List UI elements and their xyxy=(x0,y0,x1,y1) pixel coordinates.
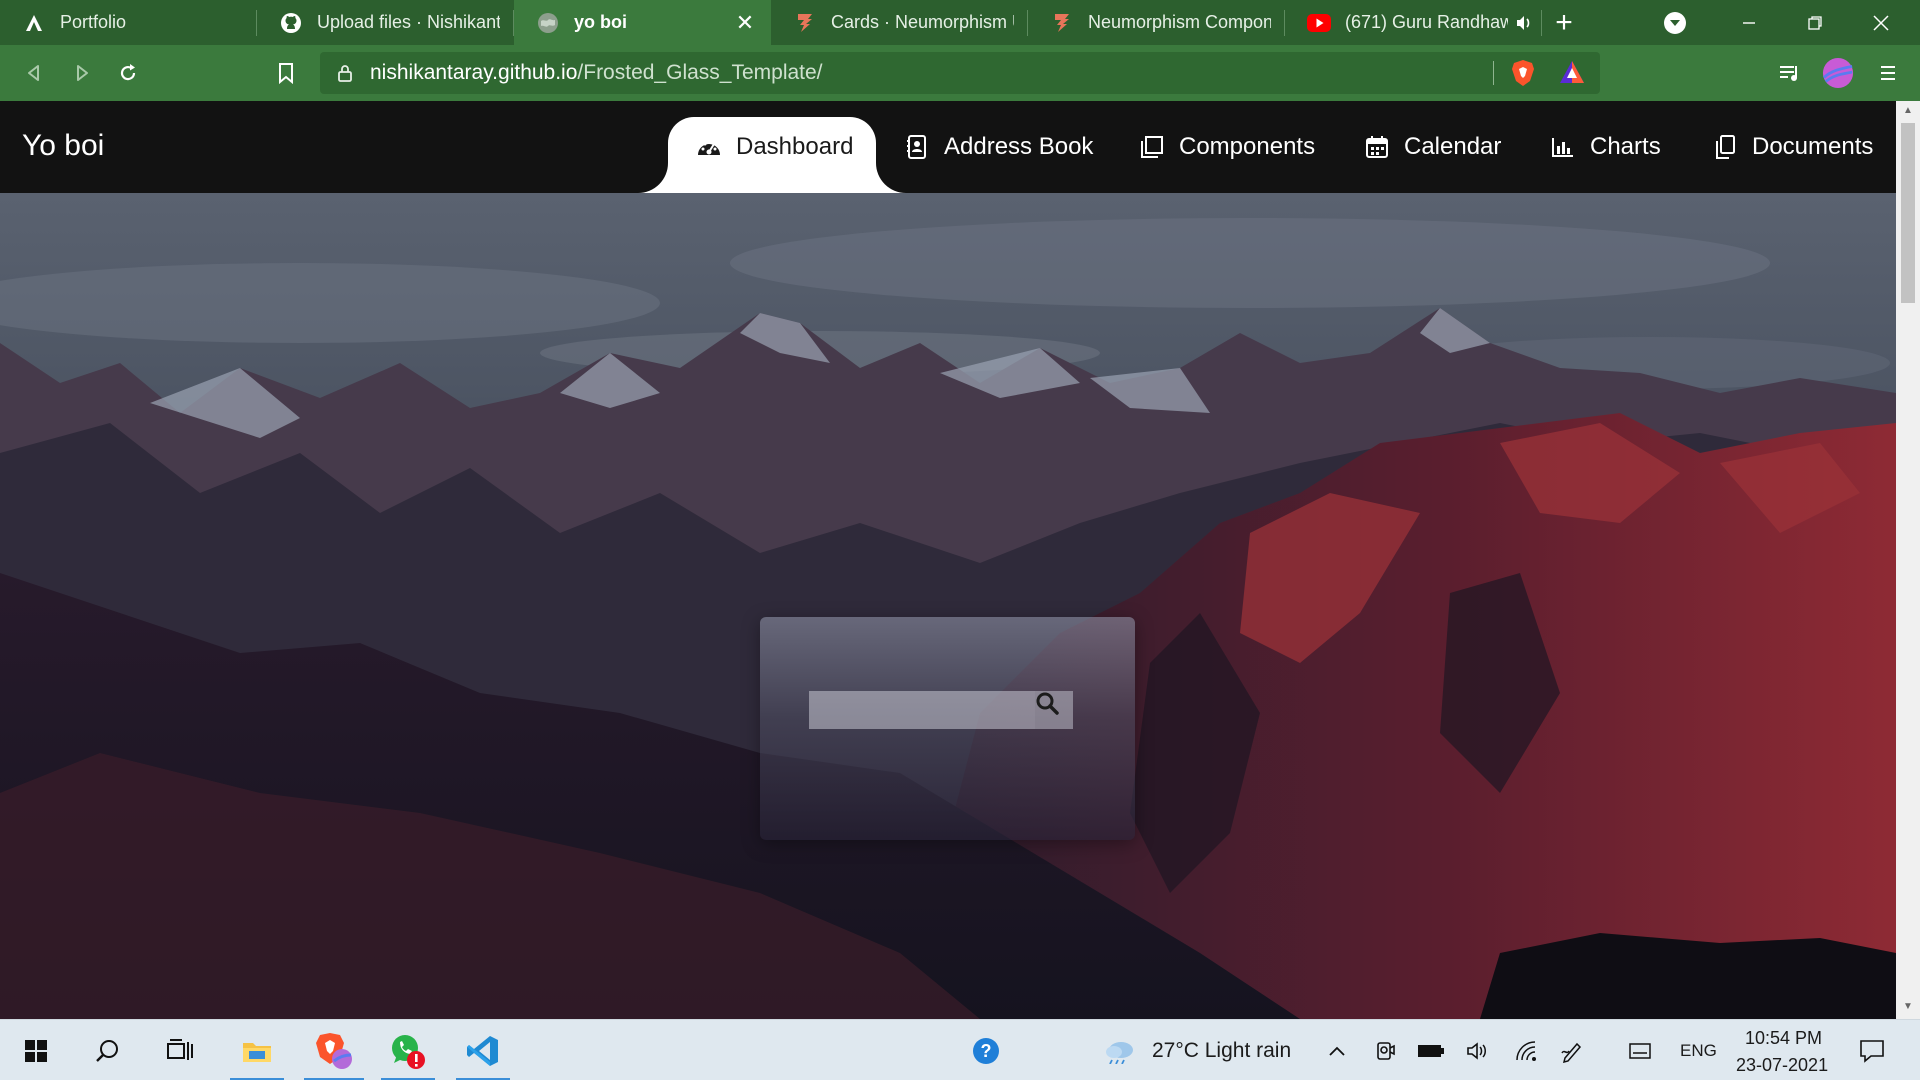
nav-label: Charts xyxy=(1590,133,1661,160)
notifications-icon[interactable] xyxy=(1852,1020,1892,1080)
bar-chart-icon xyxy=(1550,134,1576,160)
url-text[interactable]: nishikantaray.github.io/Frosted_Glass_Te… xyxy=(370,52,823,94)
tab-search-icon[interactable] xyxy=(1660,8,1690,38)
frosted-glass-card xyxy=(760,617,1135,840)
scroll-thumb[interactable] xyxy=(1901,123,1915,303)
neumorphism-icon xyxy=(1050,11,1074,35)
calendar-icon xyxy=(1364,134,1390,160)
youtube-icon xyxy=(1307,11,1331,35)
nav-label: Components xyxy=(1179,133,1316,160)
dashboard-gauge-icon xyxy=(696,134,722,160)
scroll-down-icon[interactable]: ▼ xyxy=(1902,1001,1914,1013)
nav-label: Address Book xyxy=(944,133,1094,160)
brave-rewards-icon[interactable] xyxy=(1558,59,1586,87)
url-host: nishikantaray.github.io xyxy=(370,61,578,84)
nav-label: Dashboard xyxy=(736,133,854,160)
nav-label: Calendar xyxy=(1404,133,1502,160)
nav-charts[interactable]: Charts xyxy=(1550,117,1661,177)
playlist-icon[interactable] xyxy=(1774,57,1806,89)
taskbar-search-icon[interactable] xyxy=(84,1020,132,1080)
site-brand[interactable]: Yo boi xyxy=(22,129,104,163)
mountain-background-image xyxy=(0,193,1896,1019)
github-icon xyxy=(279,11,303,35)
vscode-icon[interactable] xyxy=(452,1020,514,1080)
speaker-icon[interactable] xyxy=(1514,13,1534,33)
address-bar[interactable]: nishikantaray.github.io/Frosted_Glass_Te… xyxy=(320,52,1600,94)
url-path: /Frosted_Glass_Template/ xyxy=(577,61,823,84)
battery-icon[interactable] xyxy=(1415,1020,1447,1080)
whatsapp-icon[interactable] xyxy=(377,1020,439,1080)
touch-keyboard-icon[interactable] xyxy=(1624,1020,1656,1080)
search-button[interactable] xyxy=(1035,691,1073,729)
tab-title: yo boi xyxy=(574,12,627,32)
show-hidden-icons-chevron-icon[interactable] xyxy=(1322,1020,1352,1080)
profile-avatar-icon[interactable] xyxy=(1822,57,1854,89)
browser-toolbar: nishikantaray.github.io/Frosted_Glass_Te… xyxy=(0,45,1920,101)
close-window-icon[interactable] xyxy=(1848,0,1914,45)
windows-start-icon[interactable] xyxy=(12,1020,60,1080)
page-scrollbar[interactable]: ▲ ▼ xyxy=(1896,101,1920,1019)
forward-icon[interactable] xyxy=(66,57,98,89)
address-book-icon xyxy=(904,134,930,160)
menu-icon[interactable] xyxy=(1872,57,1904,89)
svg-text:?: ? xyxy=(981,1041,992,1061)
restore-icon[interactable] xyxy=(1782,0,1848,45)
tab-upload-files[interactable]: Upload files · NishikantaR xyxy=(257,0,514,45)
nav-label: Documents xyxy=(1752,133,1874,160)
back-icon[interactable] xyxy=(18,57,50,89)
minimize-icon[interactable] xyxy=(1716,0,1782,45)
web-page: Yo boi Dashboard Address Book Components xyxy=(0,101,1896,1019)
clock-time[interactable]: 10:54 PM xyxy=(1745,1028,1822,1049)
nav-documents[interactable]: Documents xyxy=(1712,117,1873,177)
help-icon[interactable]: ? xyxy=(964,1020,1008,1080)
nav-calendar[interactable]: Calendar xyxy=(1364,117,1501,177)
components-icon xyxy=(1139,134,1165,160)
task-view-icon[interactable] xyxy=(156,1020,204,1080)
language-indicator[interactable]: ENG xyxy=(1680,1041,1717,1061)
file-explorer-icon[interactable] xyxy=(226,1020,288,1080)
meet-now-icon[interactable] xyxy=(1370,1020,1400,1080)
tab-neumorphism-component[interactable]: Neumorphism Component xyxy=(1028,0,1285,45)
nav-dashboard[interactable]: Dashboard xyxy=(696,117,853,177)
documents-icon xyxy=(1712,134,1738,160)
tab-title: Neumorphism Component xyxy=(1088,12,1271,32)
site-navbar: Yo boi Dashboard Address Book Components xyxy=(0,101,1896,193)
weather-text[interactable]: 27°C Light rain xyxy=(1152,1039,1291,1063)
tab-yo-boi[interactable]: yo boi ✕ xyxy=(514,0,771,45)
lock-icon xyxy=(336,63,356,83)
portfolio-a-icon xyxy=(22,11,46,35)
neumorphism-icon xyxy=(793,11,817,35)
tab-cards-neumorphism[interactable]: Cards · Neumorphism UI xyxy=(771,0,1028,45)
tab-youtube[interactable]: (671) Guru Randhawa xyxy=(1285,0,1542,45)
reload-icon[interactable] xyxy=(112,57,144,89)
nav-components[interactable]: Components xyxy=(1139,117,1315,177)
windows-taskbar: ? 27°C Light rain ENG 10:54 PM 23-07-202… xyxy=(0,1019,1920,1080)
search-input[interactable] xyxy=(809,691,1035,729)
weather-rain-icon[interactable] xyxy=(1100,1020,1140,1080)
wifi-icon[interactable] xyxy=(1510,1020,1542,1080)
clock-date[interactable]: 23-07-2021 xyxy=(1736,1055,1828,1076)
address-bar-divider xyxy=(1493,61,1494,85)
tab-title: Upload files · NishikantaR xyxy=(317,12,500,32)
tab-portfolio[interactable]: Portfolio xyxy=(0,0,257,45)
bookmark-icon[interactable] xyxy=(270,57,302,89)
brave-browser-icon[interactable] xyxy=(300,1020,368,1080)
new-tab-button[interactable]: + xyxy=(1542,0,1586,45)
tab-title: Portfolio xyxy=(60,12,127,32)
nav-address-book[interactable]: Address Book xyxy=(904,117,1093,177)
volume-icon[interactable] xyxy=(1462,1020,1494,1080)
close-tab-icon[interactable]: ✕ xyxy=(733,10,757,35)
tab-title: (671) Guru Randhawa xyxy=(1345,12,1508,32)
scroll-up-icon[interactable]: ▲ xyxy=(1902,105,1914,117)
browser-tab-strip: Portfolio Upload files · NishikantaR yo … xyxy=(0,0,1920,45)
globe-icon xyxy=(536,11,560,35)
tab-title: Cards · Neumorphism UI xyxy=(831,12,1014,32)
brave-shields-icon[interactable] xyxy=(1510,59,1538,87)
pen-workspace-icon[interactable] xyxy=(1556,1020,1588,1080)
